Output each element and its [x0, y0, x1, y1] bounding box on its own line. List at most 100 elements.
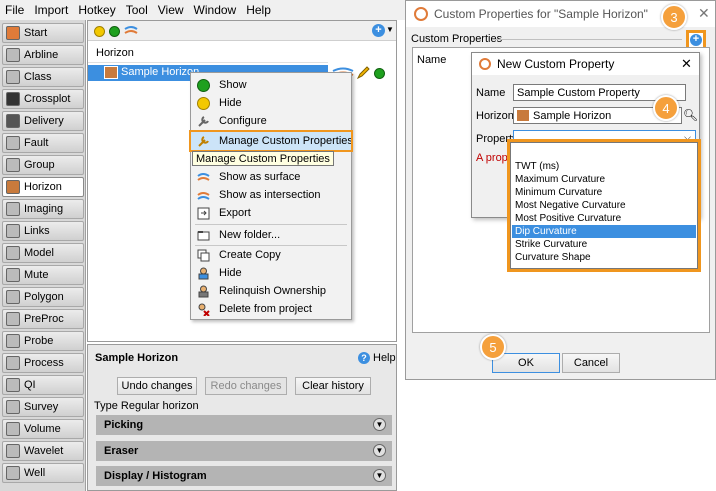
export-icon	[197, 207, 210, 219]
undo-changes-button[interactable]: Undo changes	[117, 377, 197, 395]
menu-item-export[interactable]: Export	[191, 204, 351, 222]
close-icon[interactable]: ✕	[698, 5, 710, 22]
mute-icon	[6, 268, 20, 282]
menu-item-relinquish-ownership[interactable]: Relinquish Ownership	[191, 282, 351, 300]
tool-wavelet[interactable]: Wavelet	[2, 441, 84, 461]
menu-item-show[interactable]: Show	[191, 76, 351, 94]
tool-volume[interactable]: Volume	[2, 419, 84, 439]
callout-badge: 5	[480, 334, 506, 360]
tool-links[interactable]: Links	[2, 221, 84, 241]
tool-arbline[interactable]: Arbline	[2, 45, 84, 65]
menu-tool[interactable]: Tool	[121, 3, 153, 17]
property-option[interactable]: Curvature Shape	[512, 251, 696, 264]
menu-import[interactable]: Import	[29, 3, 73, 17]
folder-icon	[197, 230, 210, 240]
tool-preproc[interactable]: PreProc	[2, 309, 84, 329]
tool-group[interactable]: Group	[2, 155, 84, 175]
clear-history-button[interactable]: Clear history	[295, 377, 371, 395]
app-icon	[479, 58, 491, 70]
tool-sidebar: Start Arbline Class Crossplot Delivery F…	[0, 20, 86, 491]
property-option[interactable]: TWT (ms)	[512, 160, 696, 173]
help-link[interactable]: Help	[373, 352, 396, 364]
tool-mute[interactable]: Mute	[2, 265, 84, 285]
redo-changes-button[interactable]: Redo changes	[205, 377, 287, 395]
horizon-icon	[104, 66, 118, 79]
wrench-icon	[198, 135, 209, 147]
delivery-icon	[6, 114, 20, 128]
property-option[interactable]: Most Positive Curvature	[512, 212, 696, 225]
volume-icon	[6, 422, 20, 436]
app-icon	[414, 7, 428, 21]
tool-start[interactable]: Start	[2, 23, 84, 43]
horizon-toolbar: + ▼	[88, 21, 396, 41]
preproc-icon	[6, 312, 20, 326]
tool-delivery[interactable]: Delivery	[2, 111, 84, 131]
menu-item-delete-from-project[interactable]: Delete from project	[191, 300, 351, 318]
menu-hotkey[interactable]: Hotkey	[73, 3, 120, 17]
horizon-column-header: Horizon	[88, 43, 328, 63]
yellow-dot-icon[interactable]	[94, 26, 105, 37]
chevron-down-icon[interactable]: ▼	[386, 25, 394, 34]
menu-item-hide-user[interactable]: Hide	[191, 264, 351, 282]
tool-model[interactable]: Model	[2, 243, 84, 263]
menu-file[interactable]: File	[0, 3, 29, 17]
tool-fault[interactable]: Fault	[2, 133, 84, 153]
user-release-icon	[198, 285, 209, 297]
details-title: Sample Horizon	[95, 352, 179, 364]
wavelet-icon	[6, 444, 20, 458]
menu-item-show-as-intersection[interactable]: Show as intersection	[191, 186, 351, 204]
tool-well[interactable]: Well	[2, 463, 84, 483]
horizon-icon	[6, 180, 20, 194]
menu-item-show-as-surface[interactable]: Show as surface	[191, 168, 351, 186]
process-icon	[6, 356, 20, 370]
menu-help[interactable]: Help	[241, 3, 276, 17]
tool-probe[interactable]: Probe	[2, 331, 84, 351]
close-icon[interactable]: ✕	[681, 56, 692, 72]
green-dot-icon	[374, 68, 385, 79]
well-icon	[6, 466, 20, 480]
search-icon[interactable]: 🔍︎	[682, 106, 699, 124]
property-option[interactable]: Strike Curvature	[512, 238, 696, 251]
delete-icon	[198, 303, 210, 316]
menu-item-configure[interactable]: Configure	[191, 112, 351, 130]
menu-item-new-folder[interactable]: New folder...	[191, 226, 351, 244]
collapse-icon[interactable]: ▼	[373, 418, 386, 431]
section-eraser[interactable]: Eraser ▼	[96, 441, 392, 461]
horizon-type-text: Type Regular horizon	[94, 400, 199, 412]
property-option[interactable]: Minimum Curvature	[512, 186, 696, 199]
collapse-icon[interactable]: ▼	[373, 444, 386, 457]
menu-item-manage-custom-properties[interactable]: Manage Custom Properties	[189, 130, 353, 152]
tool-polygon[interactable]: Polygon	[2, 287, 84, 307]
intersection-icon	[197, 191, 210, 200]
tool-class[interactable]: Class	[2, 67, 84, 87]
callout-badge: 4	[653, 95, 679, 121]
surface-icon[interactable]	[124, 25, 138, 37]
tool-horizon[interactable]: Horizon	[2, 177, 84, 197]
polygon-icon	[6, 290, 20, 304]
pencil-icon	[356, 66, 370, 80]
tool-process[interactable]: Process	[2, 353, 84, 373]
property-option[interactable]: Maximum Curvature	[512, 173, 696, 186]
tool-crossplot[interactable]: Crossplot	[2, 89, 84, 109]
property-option-selected[interactable]: Dip Curvature	[512, 225, 696, 238]
property-option[interactable]: Most Negative Curvature	[512, 199, 696, 212]
add-icon: +	[690, 34, 702, 46]
menu-item-hide[interactable]: Hide	[191, 94, 351, 112]
tool-imaging[interactable]: Imaging	[2, 199, 84, 219]
crossplot-icon	[6, 92, 20, 106]
group-divider	[492, 39, 682, 40]
tool-survey[interactable]: Survey	[2, 397, 84, 417]
menu-window[interactable]: Window	[189, 3, 242, 17]
section-display-histogram[interactable]: Display / Histogram ▼	[96, 466, 392, 486]
tool-qi[interactable]: QI	[2, 375, 84, 395]
menu-view[interactable]: View	[153, 3, 189, 17]
links-icon	[6, 224, 20, 238]
green-dot-icon[interactable]	[109, 26, 120, 37]
menu-item-create-copy[interactable]: Create Copy	[191, 246, 351, 264]
section-picking[interactable]: Picking ▼	[96, 415, 392, 435]
cancel-button[interactable]: Cancel	[562, 353, 620, 373]
help-icon[interactable]: ?	[358, 352, 370, 364]
group-icon	[6, 158, 20, 172]
add-icon[interactable]: +	[372, 24, 385, 37]
collapse-icon[interactable]: ▼	[373, 469, 386, 482]
